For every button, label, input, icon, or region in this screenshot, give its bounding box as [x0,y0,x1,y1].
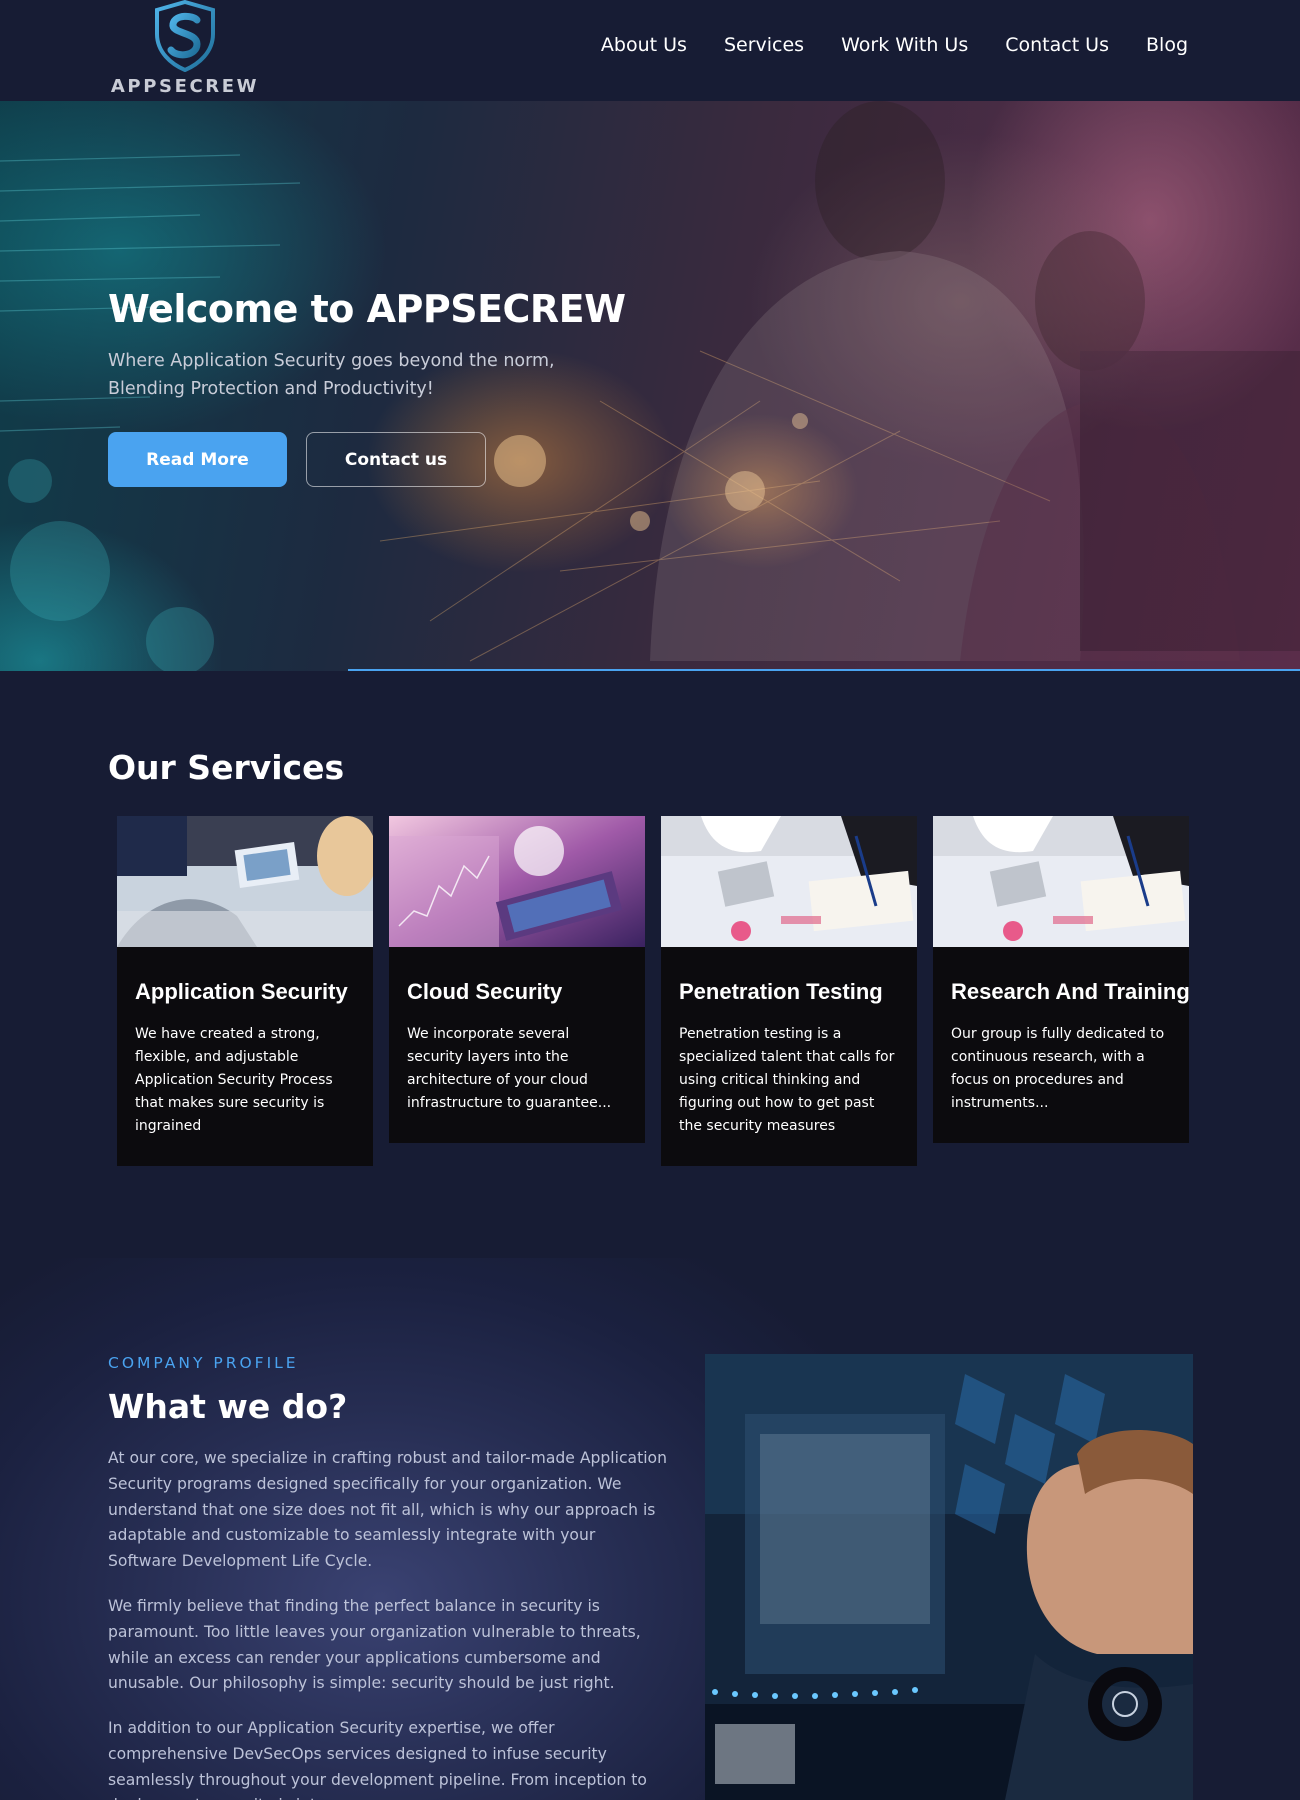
hero-section: Welcome to APPSECREW Where Application S… [0,101,1300,671]
service-card-title: Application Security [135,979,348,1004]
brand-logo[interactable]: APPSECREW [108,0,262,101]
service-card-title: Research And Training [951,979,1189,1004]
nav-contact-us[interactable]: Contact Us [1005,34,1109,56]
service-card-penetration-testing[interactable]: Penetration Testing Penetration testing … [661,816,917,1166]
site-header: APPSECREW About Us Services Work With Us… [0,0,1300,101]
shield-logo-icon [155,0,215,72]
service-card-description: We have created a strong, flexible, and … [135,1026,333,1134]
service-card-description: Our group is fully dedicated to continuo… [951,1026,1165,1111]
profile-photo [705,1354,1193,1800]
profile-eyebrow: COMPANY PROFILE [108,1354,299,1372]
service-card-image [389,816,645,947]
read-more-button[interactable]: Read More [108,432,287,487]
profile-title: What we do? [108,1387,348,1426]
service-card-image [117,816,373,947]
nav-blog[interactable]: Blog [1146,34,1188,56]
hero-slider-progress [348,669,1300,671]
nav-work-with-us[interactable]: Work With Us [841,34,968,56]
service-card-cloud-security[interactable]: Cloud Security We incorporate several se… [389,816,645,1143]
main-nav: About Us Services Work With Us Contact U… [601,34,1188,56]
profile-paragraph: At our core, we specialize in crafting r… [108,1449,667,1571]
service-card-title: Penetration Testing [679,979,883,1004]
service-card-image [933,816,1189,947]
service-card-title: Cloud Security [407,979,563,1004]
hero-subtitle: Where Application Security goes beyond t… [108,351,555,399]
services-title: Our Services [108,748,345,787]
service-card-application-security[interactable]: Application Security We have created a s… [117,816,373,1166]
service-card-description: We incorporate several security layers i… [407,1026,612,1111]
profile-paragraph: In addition to our Application Security … [108,1719,647,1800]
profile-paragraph: We firmly believe that finding the perfe… [108,1597,641,1693]
service-card-research-and-training[interactable]: Research And Training Our group is fully… [933,816,1189,1143]
hero-title: Welcome to APPSECREW [108,287,626,331]
service-card-description: Penetration testing is a specialized tal… [679,1026,895,1134]
contact-us-button[interactable]: Contact us [306,432,486,487]
nav-services[interactable]: Services [724,34,804,56]
nav-about-us[interactable]: About Us [601,34,687,56]
brand-name: APPSECREW [110,76,260,97]
service-card-image [661,816,917,947]
